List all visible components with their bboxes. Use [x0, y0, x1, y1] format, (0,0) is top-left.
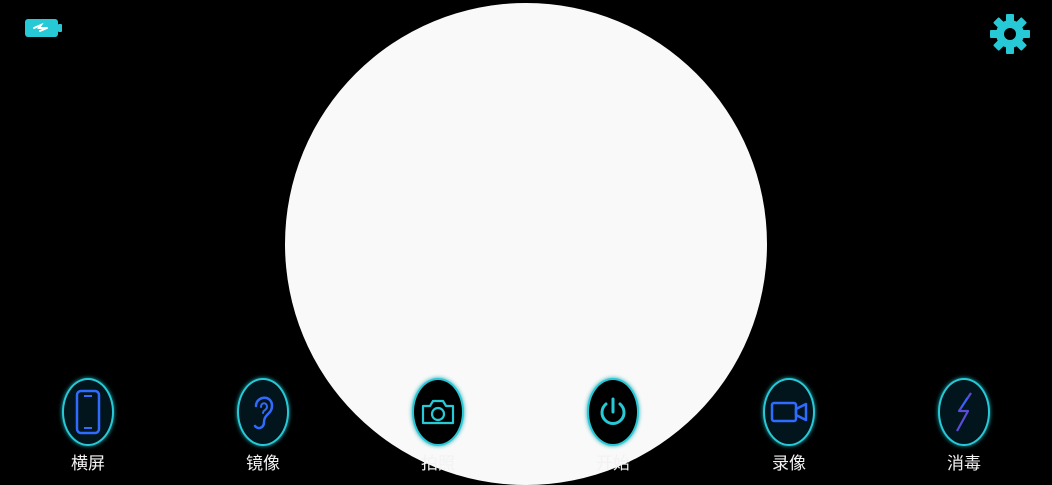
record-button-ring — [763, 378, 815, 446]
start-label: 开始 — [596, 454, 630, 474]
phone-landscape-icon — [75, 389, 101, 435]
photo-button-ring — [412, 378, 464, 446]
start-button-ring — [587, 378, 639, 446]
video-camera-icon — [770, 401, 808, 423]
landscape-button-ring — [62, 378, 114, 446]
disinfect-button[interactable]: 消毒 — [919, 377, 1009, 481]
landscape-button[interactable]: 横屏 — [43, 377, 133, 481]
record-label: 录像 — [772, 454, 806, 474]
record-button[interactable]: 录像 — [744, 377, 834, 481]
battery-charging-icon — [25, 19, 62, 37]
disinfect-button-ring — [938, 378, 990, 446]
mirror-label: 镜像 — [246, 454, 280, 474]
power-icon — [600, 397, 626, 425]
photo-label: 拍照 — [421, 454, 455, 474]
camera-icon — [421, 399, 455, 425]
mirror-button[interactable]: 镜像 — [218, 377, 308, 481]
start-button[interactable]: 开始 — [568, 377, 658, 481]
mirror-button-ring — [237, 378, 289, 446]
bottom-toolbar: 横屏 镜像 拍照 开始 录像 消毒 — [0, 377, 1052, 485]
ear-icon — [253, 396, 274, 430]
photo-button[interactable]: 拍照 — [393, 377, 483, 481]
landscape-label: 横屏 — [71, 454, 105, 474]
lightning-icon — [956, 392, 972, 432]
disinfect-label: 消毒 — [947, 454, 981, 474]
gear-icon[interactable] — [989, 13, 1031, 55]
